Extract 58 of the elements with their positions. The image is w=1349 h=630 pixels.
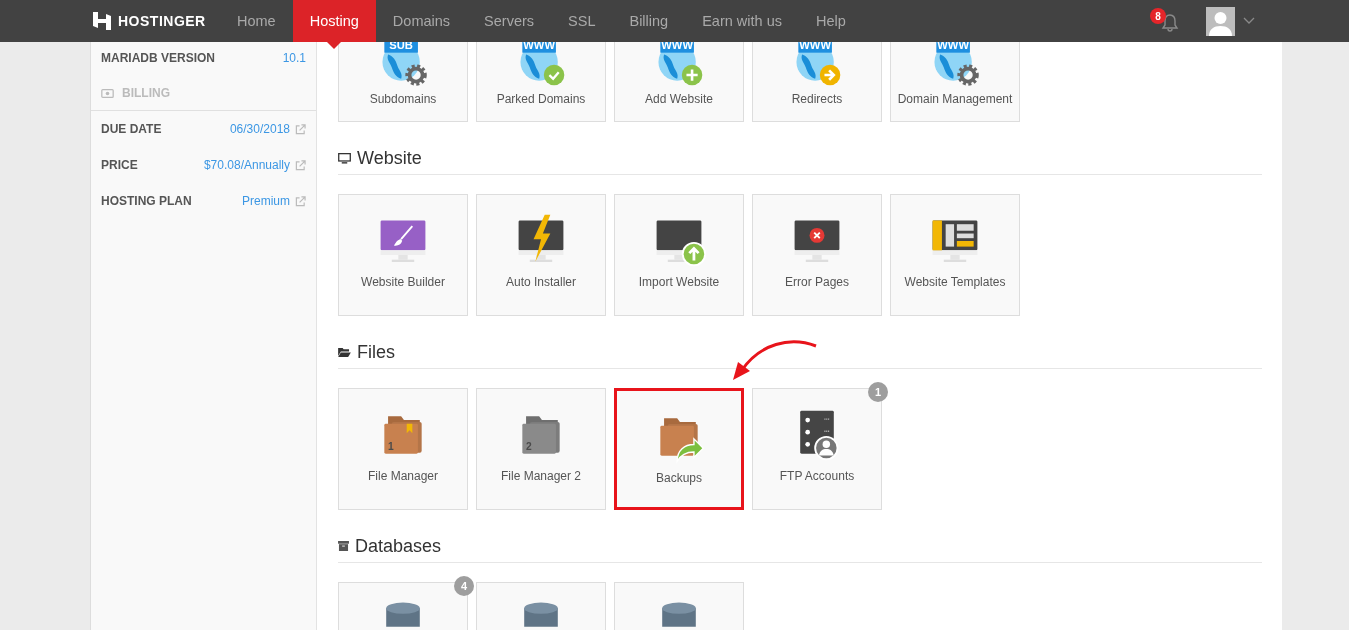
feature-tile[interactable]: Backups (614, 388, 744, 510)
money-icon (101, 88, 114, 98)
tile-label: Website Builder (361, 275, 445, 289)
feature-tile[interactable]: Auto Installer (476, 194, 606, 316)
tile-label: FTP Accounts (779, 469, 855, 483)
tile-label: Subdomains (369, 92, 437, 106)
tile-label: Add Website (645, 92, 713, 106)
nav-tab[interactable]: Billing (612, 0, 686, 42)
info-label: PRICE (101, 158, 139, 172)
tile-label: File Manager 2 (500, 469, 581, 483)
nav-tab[interactable]: Help (798, 0, 863, 42)
chevron-down-icon[interactable] (1243, 17, 1255, 25)
logo-icon (92, 11, 112, 31)
feature-tile[interactable]: Website Templates (890, 194, 1020, 316)
feature-tile[interactable]: Error Pages (752, 194, 882, 316)
tile-label: Error Pages (785, 275, 849, 289)
archive-box-icon (338, 541, 349, 551)
bell-icon[interactable] (1160, 13, 1180, 33)
nav-tab[interactable]: SSL (551, 0, 613, 42)
feature-tile[interactable]: Website Builder (338, 194, 468, 316)
tile-label: Backups (656, 471, 702, 485)
info-label: HOSTING PLAN (101, 194, 193, 208)
feature-tile[interactable]: SUB Subdomains (338, 42, 468, 122)
info-value: 10.1 (282, 51, 306, 65)
tile-label: Redirects (791, 92, 843, 106)
folder-icon (338, 347, 351, 357)
nav-tab[interactable]: Servers (467, 0, 552, 42)
tile-label: Auto Installer (505, 275, 576, 289)
tile-label: Domain Management (897, 92, 1013, 106)
section-heading: Website (357, 147, 422, 169)
monitor-icon (338, 152, 351, 164)
logo-text: HOSTINGER (118, 13, 206, 29)
external-link-icon[interactable] (295, 123, 306, 135)
section-heading: Files (357, 341, 395, 363)
external-link-icon[interactable] (295, 159, 306, 171)
nav-tab[interactable]: Domains (375, 0, 468, 42)
feature-tile[interactable]: 2 File Manager 2 (476, 388, 606, 510)
feature-tile[interactable]: WWW Redirects (752, 42, 882, 122)
notification-count: 8 (1150, 8, 1166, 24)
feature-tile[interactable]: WWW Parked Domains (476, 42, 606, 122)
feature-tile[interactable]: 1 File Manager (338, 388, 468, 510)
nav-tab[interactable]: Earn with us (685, 0, 799, 42)
tile-label: File Manager (368, 469, 438, 483)
nav-tab[interactable]: Home (220, 0, 293, 42)
info-label: DUE DATE (101, 122, 163, 136)
count-badge: 4 (454, 576, 474, 596)
feature-tile[interactable]: WWW Domain Management (890, 42, 1020, 122)
feature-tile[interactable]: WWW Add Website (614, 42, 744, 122)
feature-tile[interactable]: Import Website (614, 194, 744, 316)
count-badge: 1 (868, 382, 888, 402)
tile-label: Website Templates (904, 275, 1006, 289)
avatar-icon[interactable] (1206, 6, 1235, 36)
tile-label: Import Website (638, 275, 720, 289)
tile-label: Parked Domains (496, 92, 586, 106)
section-heading: BILLING (122, 86, 170, 100)
external-link-icon[interactable] (295, 195, 306, 207)
section-heading: Databases (355, 535, 442, 557)
info-label: MARIADB VERSION (101, 51, 216, 65)
